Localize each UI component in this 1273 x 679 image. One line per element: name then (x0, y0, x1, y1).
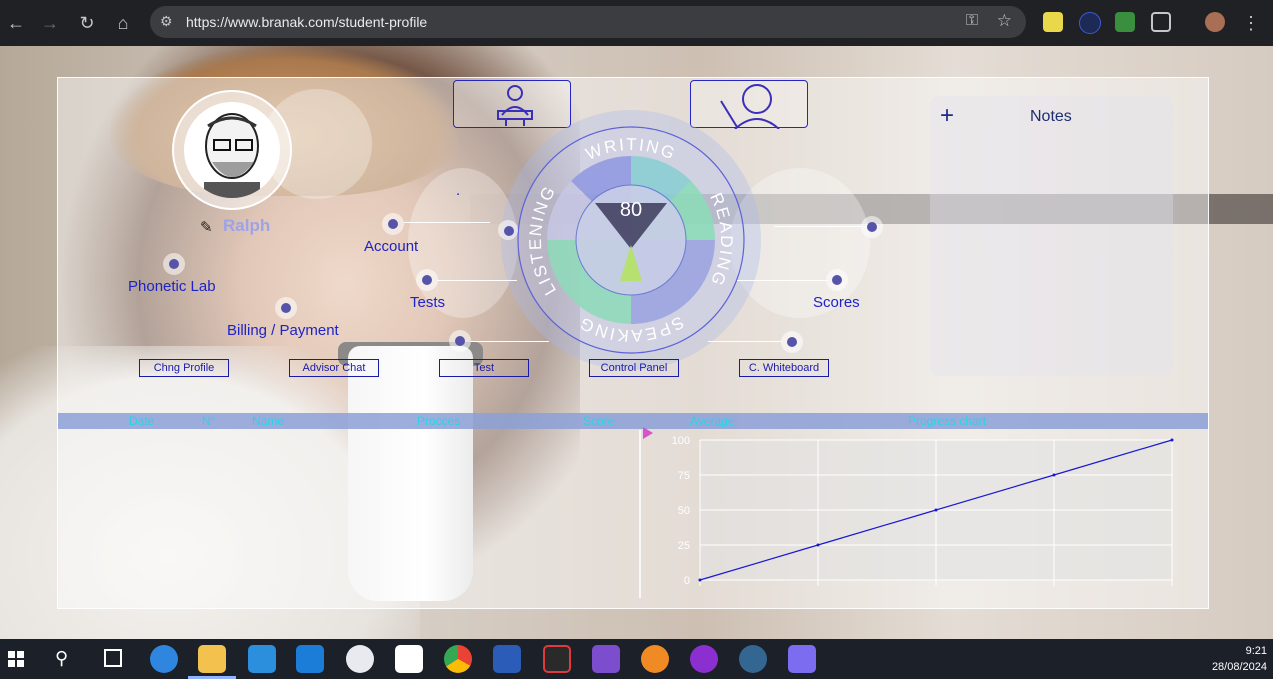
connector-line (774, 226, 862, 227)
site-info-icon[interactable]: ⚙ (160, 13, 176, 29)
forward-icon[interactable]: → (37, 10, 63, 36)
windows-start-icon[interactable] (8, 651, 24, 667)
whiteboard-button[interactable]: C. Whiteboard (739, 359, 829, 377)
username: Ralph (223, 216, 271, 235)
col-process[interactable]: Procces (417, 414, 460, 428)
scores-link[interactable]: Scores (813, 294, 860, 311)
chart-ytick-label: 100 (672, 435, 690, 447)
back-icon[interactable]: ← (3, 10, 29, 36)
home-icon[interactable]: ⌂ (110, 10, 136, 36)
browser-toolbar: ← → ↻ ⌂ ⚙ https://www.branak.com/student… (0, 0, 1273, 46)
col-score[interactable]: Score (583, 414, 614, 428)
tests-node[interactable] (416, 269, 438, 291)
extension-icon[interactable] (1043, 12, 1063, 32)
vscode-icon[interactable] (296, 645, 324, 673)
progress-chart: 100 75 50 25 0 (672, 435, 1174, 587)
col-progress-chart[interactable]: Progress chart (908, 414, 986, 428)
connector-line (437, 280, 517, 281)
notion-icon[interactable] (395, 645, 423, 673)
chart-data-point (698, 578, 702, 582)
control-panel-button[interactable]: Control Panel (589, 359, 679, 377)
phonetic-lab-link[interactable]: Phonetic Lab (128, 278, 216, 295)
overall-score: 80 (620, 199, 642, 221)
screen-recorder-icon[interactable] (543, 645, 571, 673)
puzzle-extensions-icon[interactable] (1151, 12, 1171, 32)
windows-taskbar: ⚲ 9:21 28/08/2024 (0, 639, 1273, 679)
advisor-chat-button[interactable]: Advisor Chat (289, 359, 379, 377)
billing-node[interactable] (275, 297, 297, 319)
chart-ytick-label: 50 (678, 505, 690, 517)
notes-panel[interactable]: + Notes (930, 96, 1173, 376)
podcast-app-icon[interactable] (690, 645, 718, 673)
chrome-icon[interactable] (444, 645, 472, 673)
reload-icon[interactable]: ↻ (74, 10, 100, 36)
reading-node[interactable] (861, 216, 883, 238)
tests-link[interactable]: Tests (410, 294, 445, 311)
connector-line (737, 280, 827, 281)
task-view-icon[interactable] (104, 649, 122, 667)
vpn-app-icon[interactable] (788, 645, 816, 673)
nav-node[interactable] (498, 220, 518, 240)
profile-avatar-icon[interactable] (1205, 12, 1225, 32)
word-icon[interactable] (493, 645, 521, 673)
claude-icon[interactable] (641, 645, 669, 673)
test-button[interactable]: Test (439, 359, 529, 377)
billing-payment-link[interactable]: Billing / Payment (227, 322, 339, 339)
edit-pencil-icon[interactable]: ✎ (200, 218, 213, 236)
chart-data-point (934, 508, 938, 512)
scores-node[interactable] (826, 269, 848, 291)
chart-data-point (1052, 473, 1056, 477)
account-node[interactable] (382, 213, 404, 235)
col-average[interactable]: Average (690, 414, 734, 428)
connector-line (708, 341, 782, 342)
chart-ytick-label: 25 (678, 540, 690, 552)
change-profile-button[interactable]: Chng Profile (139, 359, 229, 377)
test-node[interactable] (449, 330, 471, 352)
nav-dot: . (456, 182, 461, 199)
visual-studio-icon[interactable] (592, 645, 620, 673)
col-date[interactable]: Date (129, 414, 154, 428)
chart-data-point (1170, 438, 1174, 442)
mail-icon[interactable] (248, 645, 276, 673)
address-bar[interactable]: ⚙ https://www.branak.com/student-profile… (150, 6, 1026, 38)
col-number[interactable]: N° (202, 414, 215, 428)
translate-extension-icon[interactable] (1079, 12, 1101, 34)
postgresql-icon[interactable] (739, 645, 767, 673)
chart-ytick-label: 75 (678, 470, 690, 482)
skill-wheel[interactable]: 80 WRITING SPEAKING READING LISTENING (495, 109, 767, 371)
whiteboard-node[interactable] (781, 331, 803, 353)
file-explorer-icon[interactable] (198, 645, 226, 673)
chart-ytick-label: 0 (684, 575, 690, 587)
app-store-icon[interactable] (346, 645, 374, 673)
avatar-sketch (184, 102, 280, 198)
notes-title: Notes (1030, 108, 1072, 125)
account-link[interactable]: Account (364, 238, 418, 255)
bookmark-star-icon[interactable]: ☆ (997, 11, 1012, 31)
avatar[interactable] (172, 90, 292, 210)
col-name[interactable]: Name (252, 414, 284, 428)
connector-line (471, 341, 549, 342)
chart-data-point (816, 543, 820, 547)
phonetic-lab-node[interactable] (163, 253, 185, 275)
url-text[interactable]: https://www.branak.com/student-profile (186, 14, 427, 30)
connector-line (404, 222, 490, 223)
clock-time: 9:21 (1245, 645, 1267, 657)
system-clock: 9:21 28/08/2024 (1212, 643, 1267, 675)
search-icon[interactable]: ⚲ (55, 648, 68, 669)
scores-table-header: Date N° Name Procces Score Average Progr… (58, 413, 1208, 429)
clock-date: 28/08/2024 (1211, 661, 1267, 673)
key-icon[interactable]: ⚿ (966, 12, 978, 30)
page-content: ✎ Ralph + Notes 80 WRITING SPEAKING READ… (0, 46, 1273, 639)
add-note-icon[interactable]: + (940, 102, 954, 130)
menu-kebab-icon[interactable]: ⋮ (1238, 10, 1264, 36)
recorder-extension-icon[interactable] (1115, 12, 1135, 32)
edge-icon[interactable] (150, 645, 178, 673)
